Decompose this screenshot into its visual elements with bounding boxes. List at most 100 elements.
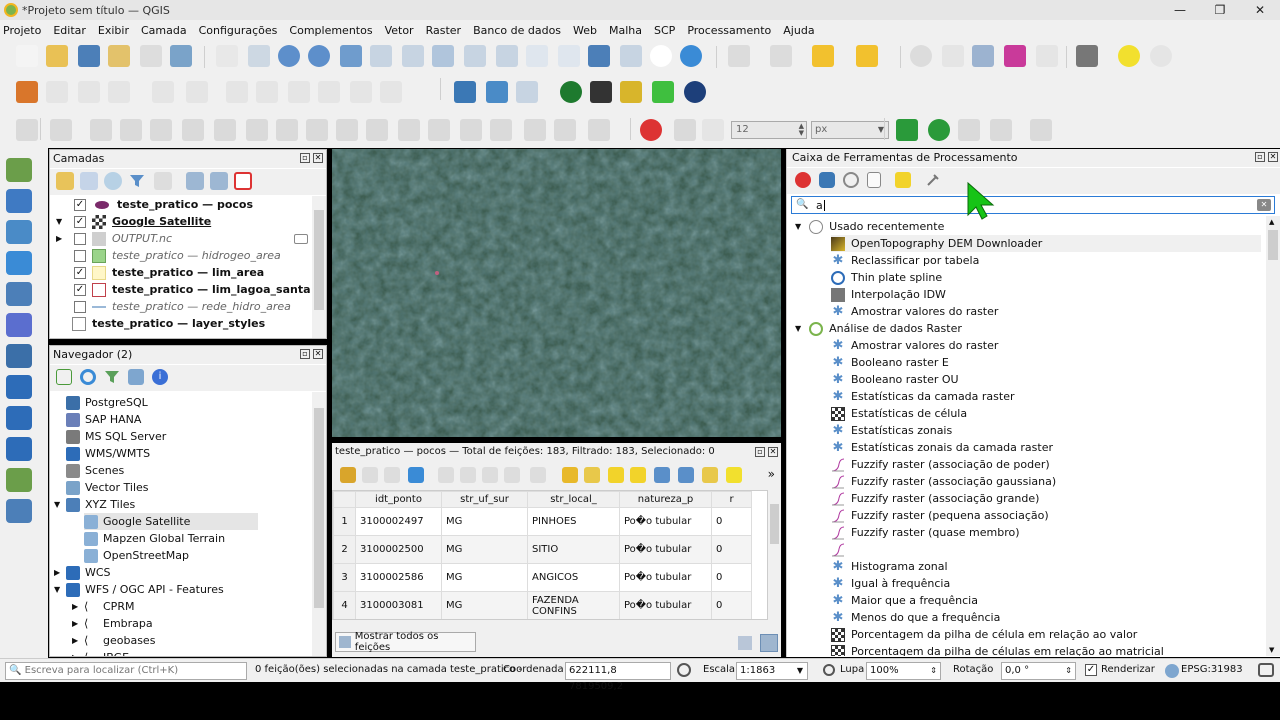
copy-icon[interactable]: [504, 467, 520, 483]
redo-icon[interactable]: [380, 81, 402, 103]
algorithm-item[interactable]: ✱ Amostrar valores do raster: [831, 303, 1261, 320]
column-header[interactable]: str_local_: [527, 491, 620, 508]
column-header[interactable]: r: [711, 491, 752, 508]
select-all-icon[interactable]: [584, 467, 600, 483]
show-bookmarks-icon[interactable]: [620, 45, 642, 67]
table-view-icon[interactable]: [760, 634, 778, 652]
expander-icon[interactable]: ▶: [72, 653, 78, 656]
menu-item-4[interactable]: Configurações: [199, 24, 278, 37]
pan-selection-icon[interactable]: [702, 467, 718, 483]
delete-ring-icon[interactable]: [150, 119, 172, 141]
algorithm-item[interactable]: Interpolação IDW: [831, 286, 1261, 303]
python-console-icon[interactable]: [454, 81, 476, 103]
algorithm-item[interactable]: Fuzzify raster (associação de poder): [831, 456, 1261, 473]
new-project-icon[interactable]: [16, 45, 38, 67]
cut-features-icon[interactable]: [256, 81, 278, 103]
column-header[interactable]: str_uf_sur: [441, 491, 528, 508]
column-header[interactable]: idt_ponto: [355, 491, 442, 508]
toggle-edit-icon[interactable]: [46, 81, 68, 103]
algorithm-item[interactable]: ✱ Estatísticas zonais da camada raster: [831, 439, 1261, 456]
multi-edit-icon[interactable]: [362, 467, 378, 483]
algorithm-item[interactable]: Thin plate spline: [831, 269, 1261, 286]
navigator-item[interactable]: Scenes: [66, 462, 124, 479]
style-manager-icon[interactable]: [170, 45, 192, 67]
show-all-features-button[interactable]: Mostrar todos os feições: [335, 631, 476, 653]
map-canvas[interactable]: [332, 149, 781, 437]
new-3d-view-icon[interactable]: [558, 45, 580, 67]
table-row[interactable]: 4 3100003081 MG FAZENDA CONFINS Po�o tubular…: [333, 591, 752, 619]
digitize-icon[interactable]: [16, 81, 38, 103]
offset-curve-icon[interactable]: [246, 119, 268, 141]
navigator-item[interactable]: ▼ WFS / OGC API - Features: [54, 581, 224, 598]
algorithm-item[interactable]: Fuzzify raster (associação grande): [831, 490, 1261, 507]
locator-search-input[interactable]: 🔍 Escreva para localizar (Ctrl+K): [5, 662, 247, 680]
navigator-item[interactable]: ▶ ⟨ CPRM: [72, 598, 134, 615]
options-icon[interactable]: [925, 172, 941, 188]
add-feature-icon[interactable]: [438, 467, 454, 483]
menu-item-6[interactable]: Vetor: [385, 24, 414, 37]
save-project-icon[interactable]: [78, 45, 100, 67]
layer-visibility-checkbox[interactable]: [74, 249, 86, 262]
merge-attributes-icon[interactable]: [398, 119, 420, 141]
add-spatialite-icon[interactable]: [6, 282, 32, 306]
close-panel-button[interactable]: ✕: [313, 349, 323, 359]
navigator-item[interactable]: Vector Tiles: [66, 479, 149, 496]
raster-plugin-icon[interactable]: [620, 81, 642, 103]
close-panel-button[interactable]: ✕: [1268, 152, 1278, 162]
delete-selected-icon[interactable]: [226, 81, 248, 103]
magnifier-field[interactable]: 100% ⇕: [866, 662, 941, 680]
navigator-item[interactable]: ▶ WCS: [54, 564, 111, 581]
pan-to-selection-icon[interactable]: [248, 45, 270, 67]
measure-icon[interactable]: [1076, 45, 1098, 67]
layer-visibility-checkbox[interactable]: ✓: [74, 215, 86, 228]
float-panel-button[interactable]: ▫: [300, 349, 310, 359]
open-project-icon[interactable]: [46, 45, 68, 67]
algorithm-item[interactable]: Fuzzify raster (associação gaussiana): [831, 473, 1261, 490]
zoom-next-icon[interactable]: [496, 45, 518, 67]
menu-item-11[interactable]: SCP: [654, 24, 675, 37]
expander-icon[interactable]: ▼: [795, 324, 801, 333]
paste-icon[interactable]: [530, 467, 546, 483]
render-checkbox[interactable]: ✓: [1085, 664, 1097, 676]
edit-features-icon[interactable]: [895, 172, 911, 188]
unit-select[interactable]: px ▼: [811, 121, 889, 139]
show-hide-label-icon[interactable]: [524, 119, 546, 141]
layer-row[interactable]: ✓ teste_pratico — lim_area: [50, 264, 312, 281]
navigator-item[interactable]: ▶ ⟨ Embrapa: [72, 615, 153, 632]
zoom-in-icon[interactable]: [278, 45, 300, 67]
magnet-icon[interactable]: [640, 119, 662, 141]
layer-row[interactable]: teste_pratico — layer_styles: [50, 315, 312, 332]
layer-row[interactable]: teste_pratico — rede_hidro_area: [50, 298, 312, 315]
algorithm-item[interactable]: [831, 541, 1261, 558]
navigator-item[interactable]: PostgreSQL: [66, 394, 148, 411]
menu-item-7[interactable]: Raster: [426, 24, 461, 37]
copy-features-icon[interactable]: [288, 81, 310, 103]
navigator-item[interactable]: WMS/WMTS: [66, 445, 150, 462]
map-tips-icon[interactable]: [1150, 45, 1172, 67]
pin-label-icon[interactable]: [490, 119, 512, 141]
expander-icon[interactable]: ▼: [56, 217, 62, 226]
algorithm-item[interactable]: ✱ Reclassificar por tabela: [831, 252, 1261, 269]
algorithm-group[interactable]: ▼ Análise de dados Raster: [795, 320, 962, 337]
info-icon[interactable]: i: [152, 369, 168, 385]
expander-icon[interactable]: ▼: [54, 500, 60, 509]
attribute-table-icon[interactable]: [942, 45, 964, 67]
label-props-icon[interactable]: [674, 119, 696, 141]
filter-selection-icon[interactable]: [654, 467, 670, 483]
add-group-icon[interactable]: [80, 172, 98, 190]
menu-item-5[interactable]: Complementos: [289, 24, 372, 37]
add-ring-icon[interactable]: [50, 119, 72, 141]
algorithm-item[interactable]: ✱ Maior que a frequência: [831, 592, 1261, 609]
clear-search-icon[interactable]: ✕: [1257, 199, 1271, 211]
processing-search-input[interactable]: 🔍 a ✕: [791, 196, 1275, 214]
modify-attributes-icon[interactable]: [186, 81, 208, 103]
add-mesh-icon[interactable]: [6, 220, 32, 244]
terrain-icon[interactable]: [652, 81, 674, 103]
algorithm-item[interactable]: ✱ Histograma zonal: [831, 558, 1261, 575]
expander-icon[interactable]: ▼: [54, 585, 60, 594]
simplify-icon[interactable]: [460, 119, 482, 141]
cut-icon[interactable]: [482, 467, 498, 483]
expander-icon[interactable]: ▶: [56, 234, 62, 243]
coordinate-field[interactable]: 622111,8 7819509,2: [565, 662, 671, 692]
font-size-spinbox[interactable]: 12 ▲ ▼: [731, 121, 807, 139]
